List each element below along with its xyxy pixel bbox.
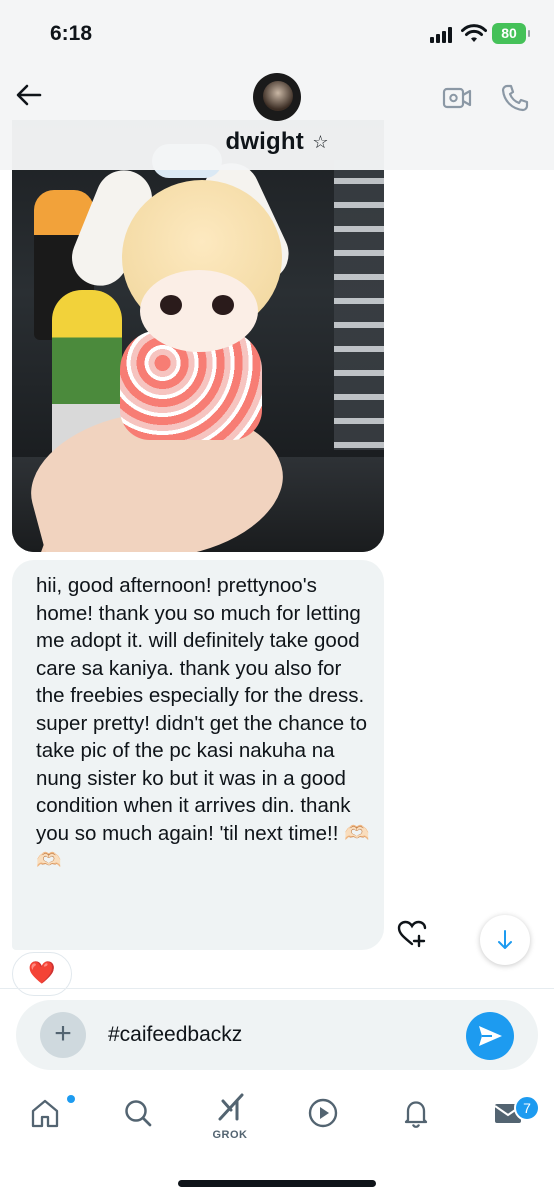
status-time: 6:18 [50,22,93,45]
contact-name: dwight [225,128,304,155]
bell-icon [404,1101,428,1128]
photo-message[interactable] [12,120,384,552]
tab-video[interactable] [292,1085,352,1145]
doll-face [140,270,258,352]
bottom-tab-bar: GROK [0,1085,554,1155]
message-bubble[interactable]: hii, good afternoon! prettynoo's home! t… [12,560,384,950]
send-button[interactable] [466,1012,514,1060]
scroll-to-bottom-button[interactable] [480,915,530,965]
conversation-header: 6:18 80 dwight ☆ [0,0,554,170]
contact-avatar[interactable] [253,73,301,121]
video-call-icon[interactable] [442,85,472,111]
tab-notifications[interactable] [385,1085,445,1145]
composer-divider [0,988,554,989]
wifi-icon [461,24,487,42]
tab-home[interactable] [14,1085,75,1145]
battery-indicator: 80 [492,23,530,44]
arrow-down-icon [498,930,512,949]
tab-search[interactable] [107,1085,167,1145]
notification-dot [67,1095,75,1103]
doll-eye [160,295,182,315]
attach-plus-button[interactable]: + [40,1012,86,1058]
status-bar: 6:18 80 [0,0,554,70]
phone-call-icon[interactable] [500,83,530,113]
doll-eye [212,295,234,315]
photo-shelf [334,160,384,450]
heart-reaction[interactable]: ❤️ [12,952,72,996]
back-arrow-icon[interactable] [14,80,44,110]
play-circle-icon [308,1098,338,1128]
tab-grok[interactable]: GROK [200,1085,260,1145]
grok-icon [218,1093,244,1121]
star-badge-icon: ☆ [312,132,329,152]
grok-label: GROK [212,1129,248,1141]
contact-name-row[interactable]: dwight ☆ [0,128,554,156]
search-icon [125,1100,152,1127]
messages-count-badge: 7 [514,1095,540,1121]
home-indicator [178,1180,376,1187]
cellular-signal-icon [430,27,456,43]
add-reaction-icon[interactable] [396,918,428,948]
send-icon [479,1026,502,1046]
message-input[interactable] [108,1018,448,1052]
home-icon [31,1099,59,1128]
message-composer: + [16,1000,538,1070]
